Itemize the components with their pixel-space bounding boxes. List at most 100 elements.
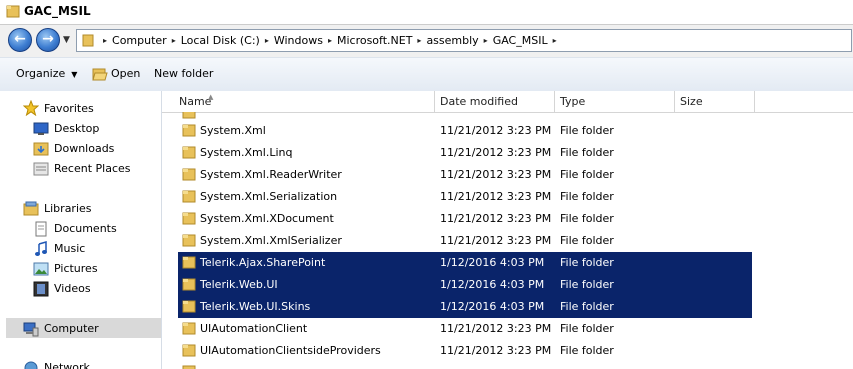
- breadcrumb: ▸ Computer ▸ Local Disk (C:) ▸ Windows ▸ Mic…: [98, 30, 562, 51]
- address-bar[interactable]: ▸ Computer ▸ Local Disk (C:) ▸ Windows ▸ Mic…: [76, 29, 852, 52]
- file-type: File folder: [560, 124, 614, 137]
- desktop-icon: [33, 122, 49, 135]
- breadcrumb-gac-msil[interactable]: ▸ GAC_MSIL ▸: [479, 34, 562, 47]
- breadcrumb-assembly[interactable]: ▸ assembly: [412, 34, 478, 47]
- file-type: File folder: [560, 234, 614, 247]
- computer-icon: [23, 322, 39, 337]
- chevron-right-icon[interactable]: ▸: [172, 36, 176, 45]
- file-type: File folder: [560, 344, 614, 357]
- folder-icon: [182, 365, 196, 369]
- file-row[interactable]: System.Xml.ReaderWriter 11/21/2012 3:23 P…: [178, 164, 752, 186]
- file-row[interactable]: System.Xml.Serialization 11/21/2012 3:23 …: [178, 186, 752, 208]
- nav-music[interactable]: Music: [0, 238, 161, 258]
- folder-icon: [182, 212, 196, 225]
- open-button[interactable]: Open: [92, 67, 140, 81]
- file-date-modified: 11/21/2012 3:23 PM: [440, 344, 552, 357]
- column-header-type[interactable]: Type: [555, 91, 675, 112]
- file-row[interactable]: System.Xml.XmlSerializer 11/21/2012 3:23 …: [178, 230, 752, 252]
- recent-places-icon: [33, 162, 49, 176]
- folder-icon: [182, 322, 196, 335]
- file-name: System.Xml.XmlSerializer: [200, 234, 342, 247]
- music-icon: [35, 241, 47, 256]
- chevron-right-icon[interactable]: ▸: [484, 36, 488, 45]
- chevron-right-icon[interactable]: ▸: [265, 36, 269, 45]
- file-row[interactable]: System.Xml.XDocument 11/21/2012 3:23 PM Fi…: [178, 208, 752, 230]
- chevron-down-icon: ▼: [71, 70, 78, 79]
- breadcrumb-computer[interactable]: ▸ Computer: [98, 34, 167, 47]
- file-name: System.Xml: [200, 124, 266, 137]
- back-button[interactable]: ←: [8, 28, 32, 52]
- file-row[interactable]: UIAutomationClient 11/21/2012 3:23 PM File…: [178, 318, 752, 340]
- command-bar: Organize ▼ Open New folder: [0, 57, 853, 92]
- address-folder-icon: [82, 34, 94, 47]
- file-name: System.Xml.XDocument: [200, 212, 334, 225]
- folder-icon: [6, 5, 20, 18]
- file-name: System.Xml.Serialization: [200, 190, 338, 203]
- column-header-date-modified[interactable]: Date modified: [435, 91, 555, 112]
- chevron-right-icon[interactable]: ▸: [417, 36, 421, 45]
- nav-computer[interactable]: Computer: [6, 318, 161, 338]
- file-date-modified: 11/21/2012 3:23 PM: [440, 234, 552, 247]
- title-bar: GAC_MSIL: [0, 0, 853, 25]
- file-row[interactable]: Telerik.Web.UI 1/12/2016 4:03 PM File fold…: [178, 274, 752, 296]
- file-name: UIAutomationClient: [200, 322, 308, 335]
- folder-icon: [182, 124, 196, 137]
- new-folder-button[interactable]: New folder: [154, 67, 213, 80]
- breadcrumb-windows[interactable]: ▸ Windows: [260, 34, 323, 47]
- column-header-row: ▲ Name Date modified Type Size: [162, 91, 853, 113]
- list-item-partial[interactable]: [178, 361, 752, 369]
- libraries-icon: [23, 201, 39, 216]
- organize-button[interactable]: Organize ▼: [16, 67, 77, 80]
- chevron-right-icon[interactable]: ▸: [553, 36, 557, 45]
- chevron-right-icon[interactable]: ▸: [328, 36, 332, 45]
- nav-documents[interactable]: Documents: [0, 218, 161, 238]
- nav-desktop[interactable]: Desktop: [0, 118, 161, 138]
- file-type: File folder: [560, 168, 614, 181]
- file-type: File folder: [560, 146, 614, 159]
- file-row[interactable]: System.Xml 11/21/2012 3:23 PM File folder: [178, 120, 752, 142]
- file-row[interactable]: UIAutomationClientsideProviders 11/21/201…: [178, 340, 752, 362]
- file-name: System.Xml.Linq: [200, 146, 293, 159]
- file-name: UIAutomationClientsideProviders: [200, 344, 381, 357]
- folder-icon: [182, 278, 196, 291]
- nav-network[interactable]: Network: [0, 357, 161, 369]
- file-date-modified: 11/21/2012 3:23 PM: [440, 212, 552, 225]
- file-date-modified: 11/21/2012 3:23 PM: [440, 168, 552, 181]
- breadcrumb-microsoft-net[interactable]: ▸ Microsoft.NET: [323, 34, 412, 47]
- list-item-partial[interactable]: [178, 112, 752, 120]
- file-name: Telerik.Web.UI.Skins: [200, 300, 311, 313]
- nav-videos[interactable]: Videos: [0, 278, 161, 298]
- navigation-pane: Favorites Desktop Downloads Recent Place…: [0, 91, 162, 369]
- file-type: File folder: [560, 322, 614, 335]
- breadcrumb-local-disk[interactable]: ▸ Local Disk (C:): [167, 34, 260, 47]
- file-type: File folder: [560, 212, 614, 225]
- file-date-modified: 11/21/2012 3:23 PM: [440, 146, 552, 159]
- file-date-modified: 1/12/2016 4:03 PM: [440, 256, 545, 269]
- videos-icon: [33, 281, 49, 297]
- nav-downloads[interactable]: Downloads: [0, 138, 161, 158]
- file-date-modified: 11/21/2012 3:23 PM: [440, 322, 552, 335]
- nav-recent-places[interactable]: Recent Places: [0, 158, 161, 178]
- nav-favorites[interactable]: Favorites: [0, 98, 161, 118]
- address-row: ← → ▼ ▸ Computer ▸ Local Disk (C:) ▸ Window…: [0, 25, 853, 57]
- file-date-modified: 11/21/2012 3:23 PM: [440, 124, 552, 137]
- folder-icon: [182, 112, 196, 119]
- downloads-folder-icon: [33, 142, 49, 156]
- documents-icon: [35, 221, 47, 237]
- file-row[interactable]: Telerik.Web.UI.Skins 1/12/2016 4:03 PM Fil…: [178, 296, 752, 318]
- file-type: File folder: [560, 256, 614, 269]
- nav-libraries[interactable]: Libraries: [0, 198, 161, 218]
- pictures-icon: [33, 262, 49, 276]
- file-row[interactable]: Telerik.Ajax.SharePoint 1/12/2016 4:03 PM…: [178, 252, 752, 274]
- nav-pictures[interactable]: Pictures: [0, 258, 161, 278]
- recent-pages-dropdown-icon[interactable]: ▼: [63, 35, 70, 45]
- file-row[interactable]: System.Xml.Linq 11/21/2012 3:23 PM File fo…: [178, 142, 752, 164]
- folder-icon: [182, 146, 196, 159]
- folder-icon: [182, 256, 196, 269]
- forward-button[interactable]: →: [36, 28, 60, 52]
- column-header-name[interactable]: ▲ Name: [174, 91, 435, 112]
- chevron-right-icon[interactable]: ▸: [103, 36, 107, 45]
- column-header-size[interactable]: Size: [675, 91, 755, 112]
- star-icon: [23, 100, 39, 116]
- file-date-modified: 1/12/2016 4:03 PM: [440, 300, 545, 313]
